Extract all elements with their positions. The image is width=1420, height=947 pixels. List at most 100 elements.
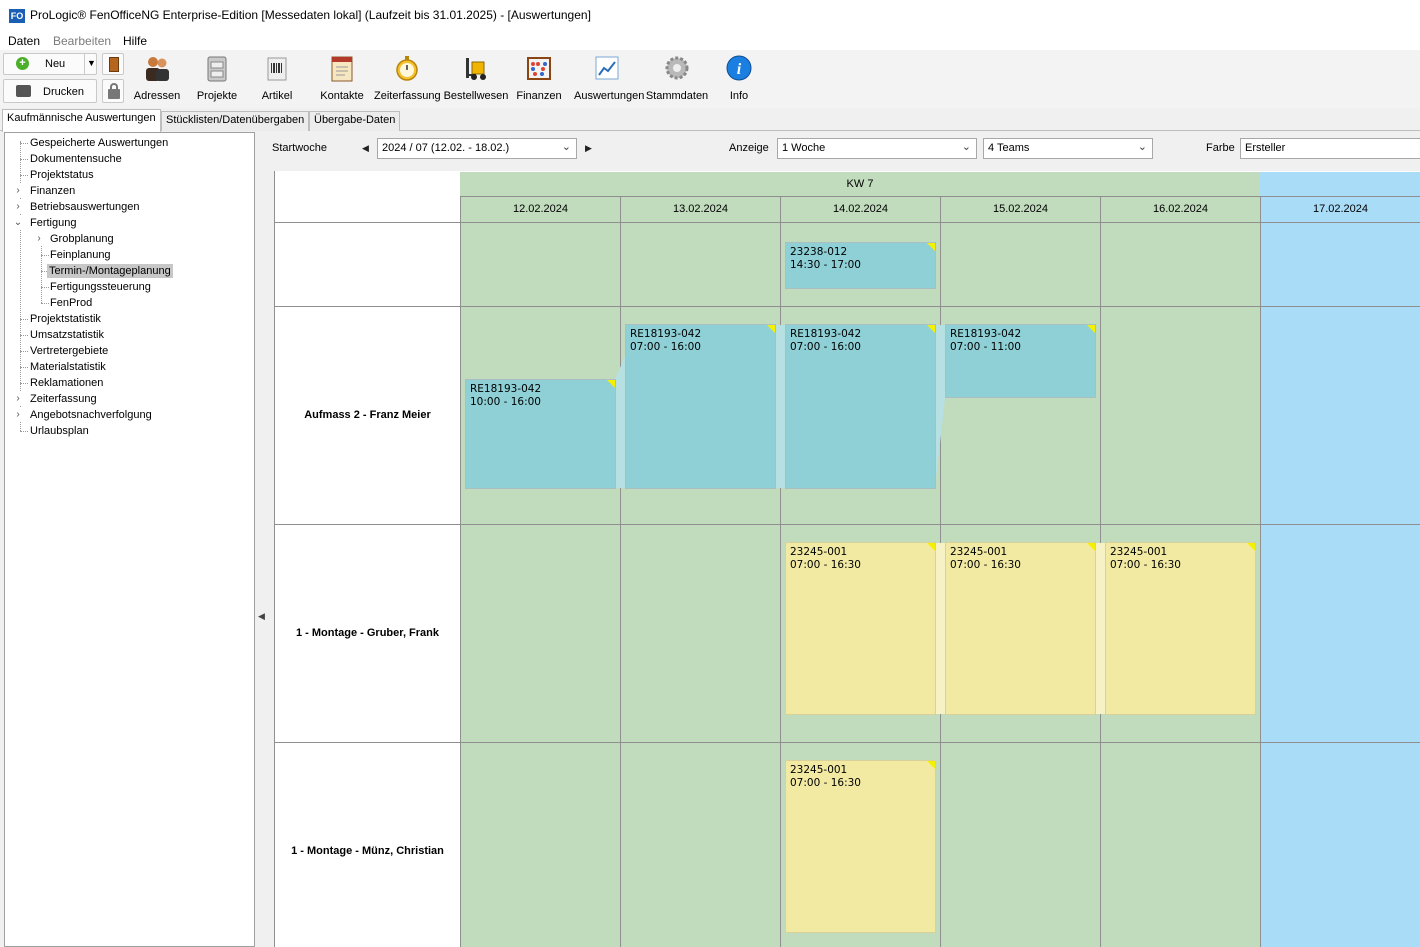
appointment-time: 07:00 - 16:30	[1110, 559, 1181, 571]
appointment-card[interactable]: 23245-001 07:00 - 16:30	[1105, 542, 1256, 715]
finanzen-button[interactable]: Finanzen	[506, 50, 572, 106]
appointment-card[interactable]: RE18193-042 10:00 - 16:00	[465, 379, 616, 489]
chevron-right-icon[interactable]: ›	[13, 184, 23, 198]
tree-connector	[20, 335, 28, 336]
next-week-icon[interactable]: ▶	[585, 143, 592, 154]
farbe-select[interactable]: Ersteller	[1240, 138, 1420, 159]
tree-item-betriebsauswertungen[interactable]: Betriebsauswertungen	[30, 200, 139, 214]
appointment-id: 23245-001	[790, 546, 848, 558]
appointment-card[interactable]: RE18193-042 07:00 - 16:00	[625, 324, 776, 489]
day-header: 12.02.2024	[460, 197, 620, 223]
zeiterfassung-button[interactable]: Zeiterfassung	[374, 50, 441, 106]
projekte-button[interactable]: Projekte	[184, 50, 250, 106]
appointment-card[interactable]: 23245-001 07:00 - 16:30	[945, 542, 1096, 715]
chevron-down-icon: ⌄	[1137, 141, 1147, 153]
appointment-id: 23245-001	[790, 764, 848, 776]
startwoche-select[interactable]: 2024 / 07 (12.02. - 18.02.) ⌄	[377, 138, 577, 159]
appointment-time: 07:00 - 16:30	[790, 777, 861, 789]
chevron-right-icon[interactable]: ›	[13, 408, 23, 422]
tree-item-angebotsnachverfolgung[interactable]: Angebotsnachverfolgung	[30, 408, 152, 422]
chevron-right-icon[interactable]: ›	[13, 392, 23, 406]
tree-item-fertigung[interactable]: Fertigung	[30, 216, 76, 230]
auswertungen-label: Auswertungen	[574, 90, 645, 102]
appointment-time: 07:00 - 16:00	[630, 341, 701, 353]
appointment-card[interactable]: RE18193-042 07:00 - 16:00	[785, 324, 936, 489]
weekend-header-band	[1260, 172, 1420, 196]
farbe-value: Ersteller	[1245, 142, 1286, 154]
day-column[interactable]	[1260, 223, 1420, 947]
panel-splitter[interactable]	[256, 132, 270, 947]
chart-icon	[595, 56, 619, 80]
row-label: 1 - Montage - Gruber, Frank	[295, 627, 440, 639]
barcode-icon	[267, 57, 287, 81]
appointment-card[interactable]: 23245-001 07:00 - 16:30	[785, 760, 936, 933]
note-corner-icon	[1087, 325, 1095, 333]
note-corner-icon	[927, 325, 935, 333]
day-header: 13.02.2024	[620, 197, 780, 223]
tree-item-dokumentensuche[interactable]: Dokumentensuche	[30, 152, 122, 166]
appointment-card[interactable]: RE18193-042 07:00 - 11:00	[945, 324, 1096, 398]
tree-item-fenprod[interactable]: FenProd	[50, 296, 92, 310]
appointment-id: 23245-001	[1110, 546, 1168, 558]
tree-item-vertretergebiete[interactable]: Vertretergebiete	[30, 344, 108, 358]
tree-item-projektstatus[interactable]: Projektstatus	[30, 168, 94, 182]
appointment-time: 07:00 - 16:30	[790, 559, 861, 571]
print-button[interactable]: Drucken	[3, 79, 97, 103]
auswertungen-button[interactable]: Auswertungen	[574, 50, 645, 106]
tree-item-gespeicherte-auswertungen[interactable]: Gespeicherte Auswertungen	[30, 136, 168, 150]
collapse-left-icon[interactable]: ◀	[258, 611, 265, 622]
day-column[interactable]	[460, 223, 620, 947]
chevron-down-icon[interactable]: ▼	[87, 58, 96, 68]
tree-item-reklamationen[interactable]: Reklamationen	[30, 376, 103, 390]
tree-item-materialstatistik[interactable]: Materialstatistik	[30, 360, 106, 374]
tree-connector	[41, 255, 49, 256]
row-separator	[274, 222, 1420, 223]
teams-select[interactable]: 4 Teams ⌄	[983, 138, 1153, 159]
tab-kaufmaennische-auswertungen[interactable]: Kaufmännische Auswertungen	[2, 109, 161, 132]
anzeige-select[interactable]: 1 Woche ⌄	[777, 138, 977, 159]
prev-week-icon[interactable]: ◀	[362, 143, 369, 154]
new-button[interactable]: + Neu ▼	[3, 53, 97, 75]
chevron-down-icon[interactable]: ⌄	[13, 216, 23, 230]
info-button[interactable]: i Info	[706, 50, 772, 106]
tree-item-termin-montageplanung[interactable]: Termin-/Montageplanung	[47, 264, 173, 278]
artikel-button[interactable]: Artikel	[244, 50, 310, 106]
tree-connector	[41, 287, 49, 288]
appointment-id: RE18193-042	[630, 328, 702, 340]
svg-text:i: i	[737, 61, 742, 78]
lock-shackle	[110, 83, 118, 91]
lock-button[interactable]	[102, 79, 124, 103]
tab-uebergabe-daten[interactable]: Übergabe-Daten	[309, 111, 400, 131]
bestellwesen-button[interactable]: Bestellwesen	[443, 50, 509, 106]
stammdaten-button[interactable]: Stammdaten	[644, 50, 710, 106]
tree-item-finanzen[interactable]: Finanzen	[30, 184, 75, 198]
farbe-label: Farbe	[1206, 142, 1235, 154]
tree-item-grobplanung[interactable]: Grobplanung	[50, 232, 114, 246]
appointment-card[interactable]: 23245-001 07:00 - 16:30	[785, 542, 936, 715]
appointment-card[interactable]: 23238-012 14:30 - 17:00	[785, 242, 936, 289]
forklift-icon	[466, 58, 486, 80]
tree-item-urlaubsplan[interactable]: Urlaubsplan	[30, 424, 89, 438]
cabinet-icon	[207, 56, 227, 82]
menu-daten[interactable]: Daten	[8, 34, 40, 48]
chevron-down-icon: ⌄	[961, 141, 971, 153]
chevron-right-icon[interactable]: ›	[13, 200, 23, 214]
menu-hilfe[interactable]: Hilfe	[123, 34, 147, 48]
title-bar: FO ProLogic® FenOfficeNG Enterprise-Edit…	[0, 0, 1420, 31]
menu-bearbeiten[interactable]: Bearbeiten	[53, 34, 111, 48]
adressen-button[interactable]: Adressen	[124, 50, 190, 106]
kontakte-button[interactable]: Kontakte	[309, 50, 375, 106]
chevron-right-icon[interactable]: ›	[34, 232, 44, 246]
tab-strip: Kaufmännische Auswertungen Stücklisten/D…	[0, 108, 1420, 132]
appointment-time: 10:00 - 16:00	[470, 396, 541, 408]
tree-item-fertigungssteuerung[interactable]: Fertigungssteuerung	[50, 280, 151, 294]
tree-item-umsatzstatistik[interactable]: Umsatzstatistik	[30, 328, 104, 342]
tree-item-projektstatistik[interactable]: Projektstatistik	[30, 312, 101, 326]
door-button[interactable]	[102, 53, 124, 75]
tree-item-zeiterfassung[interactable]: Zeiterfassung	[30, 392, 97, 406]
projekte-label: Projekte	[196, 90, 238, 102]
row-separator	[274, 742, 1420, 743]
tree-item-feinplanung[interactable]: Feinplanung	[50, 248, 111, 262]
tab-stuecklisten[interactable]: Stücklisten/Datenübergaben	[161, 111, 309, 131]
day-header: 17.02.2024	[1260, 197, 1420, 223]
